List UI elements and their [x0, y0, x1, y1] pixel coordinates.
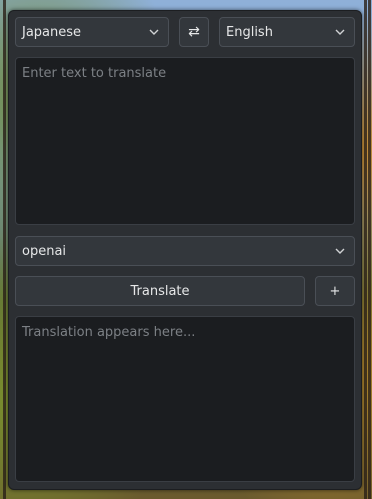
source-language-select[interactable]: Japanese — [15, 17, 169, 47]
source-text-input[interactable]: Enter text to translate — [15, 57, 355, 225]
plus-icon: + — [329, 283, 341, 299]
chevron-down-icon — [149, 29, 159, 35]
target-language-value: English — [226, 24, 273, 40]
chevron-down-icon — [335, 248, 345, 254]
source-language-value: Japanese — [22, 24, 82, 40]
chevron-down-icon — [335, 29, 345, 35]
translation-output-placeholder: Translation appears here... — [22, 325, 196, 340]
swap-languages-button[interactable]: ⇄ — [179, 17, 209, 47]
translate-button-label: Translate — [130, 283, 190, 299]
translate-button[interactable]: Translate — [15, 276, 305, 306]
add-button[interactable]: + — [315, 276, 355, 306]
translator-panel: Japanese ⇄ English Enter text to transla… — [8, 10, 362, 490]
target-language-select[interactable]: English — [219, 17, 355, 47]
translation-output[interactable]: Translation appears here... — [15, 316, 355, 482]
source-text-placeholder: Enter text to translate — [22, 66, 167, 81]
provider-select[interactable]: openai — [15, 236, 355, 266]
provider-value: openai — [22, 243, 67, 259]
swap-icon: ⇄ — [188, 24, 200, 40]
